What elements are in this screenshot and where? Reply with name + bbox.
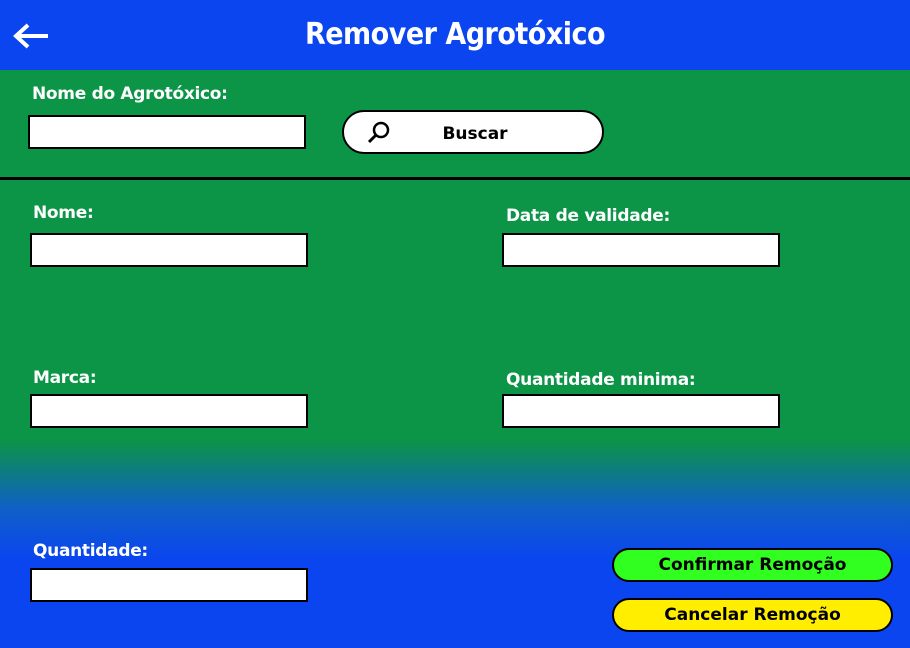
- qtd-minima-label: Quantidade minima:: [506, 370, 696, 390]
- page-title: Remover Agrotóxico: [304, 17, 606, 52]
- quantidade-label: Quantidade:: [33, 541, 148, 561]
- marca-label: Marca:: [33, 368, 97, 388]
- back-button[interactable]: [8, 18, 52, 54]
- search-button-label: Buscar: [442, 124, 508, 144]
- marca-field[interactable]: [30, 394, 308, 428]
- validade-field[interactable]: [502, 233, 780, 267]
- nome-field[interactable]: [30, 233, 308, 267]
- validade-label: Data de validade:: [506, 206, 670, 226]
- confirm-removal-button[interactable]: Confirmar Remoção: [612, 548, 893, 582]
- arrow-left-icon: [13, 23, 48, 49]
- cancel-removal-button[interactable]: Cancelar Remoção: [612, 598, 893, 632]
- quantidade-field[interactable]: [30, 568, 308, 602]
- search-button[interactable]: Buscar: [342, 110, 604, 154]
- section-divider: [0, 177, 910, 180]
- search-label: Nome do Agrotóxico:: [32, 84, 228, 104]
- qtd-minima-field[interactable]: [502, 394, 780, 428]
- nome-label: Nome:: [33, 203, 94, 223]
- header-bar: Remover Agrotóxico: [0, 0, 910, 70]
- search-input[interactable]: [28, 115, 306, 149]
